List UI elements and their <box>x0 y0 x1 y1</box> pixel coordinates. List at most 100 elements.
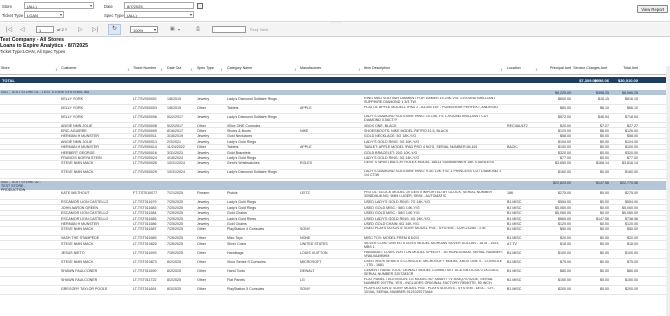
cell-spec-type: Firearm <box>197 191 210 196</box>
cell-service-charges: $147.56 <box>596 216 609 221</box>
column-header-item-description[interactable]: Item Description <box>364 66 390 71</box>
table-row[interactable]: KELLY YORK LT-TSV000006 5/22/2017 Jewelry La… <box>0 114 670 123</box>
cell-date-out: 1/8/2015 <box>167 105 181 110</box>
store-select-value: (ALL) <box>27 4 37 9</box>
cell-item-description: PLATTA: APPLE MODELL IPAD 2 - A1395 16Y … <box>364 105 499 109</box>
cell-manufacturer: LG <box>300 277 305 282</box>
page-number-input[interactable]: 1 <box>36 26 54 33</box>
table-row[interactable]: STEVE NMN MACK LT-TSV000029 10/31/2024 Jewe… <box>0 170 670 179</box>
cell-ticket-number: LT-TST011686 <box>133 221 157 226</box>
cell-item-description: PLAYSTATION 5: SONY MODEL PS5 - PLAYSTAT… <box>364 286 495 294</box>
print-icon[interactable]: ⎙ <box>196 26 200 32</box>
column-header-ticket-number[interactable]: Ticket Number <box>133 66 157 71</box>
group-principal: $6,225.00 <box>555 90 571 95</box>
cell-customer: ESCAMOR LION CASTELLO <box>61 216 109 221</box>
column-header-date-out[interactable]: Date Out <box>167 66 181 71</box>
sort-icon[interactable]: ⇕ <box>160 68 163 72</box>
sort-icon[interactable]: ⇕ <box>358 68 361 72</box>
column-header-principal[interactable]: Principal Amt <box>545 66 571 71</box>
cell-service-charges: $0.00 <box>600 250 609 255</box>
cell-manufacturer: NIKE <box>300 128 309 133</box>
cell-customer: HERMAN H MUNSTER <box>61 145 99 150</box>
vertical-scrollbar[interactable] <box>666 66 670 316</box>
column-header-store[interactable]: Store <box>1 66 10 71</box>
last-page-button[interactable]: ▷| <box>92 26 98 33</box>
chevron-down-icon[interactable]: ▾ <box>178 27 180 32</box>
cell-customer: STEVE NMN MACK <box>61 170 94 175</box>
cell-manufacturer: MICROSOFT <box>300 259 322 264</box>
find-input[interactable] <box>212 26 246 33</box>
cell-item-description: TABLET: APPLE MODEL IPAD PRO 4 NO'S, SER… <box>364 145 478 150</box>
cell-item-description: RING MED SOLITAIR DIAMANT FOR DAMER 10.2… <box>364 96 496 104</box>
store-group-name[interactable]: ⊟01 - TEST STORE 01 - TEST STORE SYSTEMS… <box>1 91 121 95</box>
cell-principal: $20.00 <box>560 236 571 241</box>
column-header-service-charges[interactable]: Service Charges Amt <box>573 66 607 71</box>
cell-item-description: USED PLAYSTATION 4: SONY MODEL PS4 - SYS… <box>364 227 486 231</box>
report-header: Test Company - All Stores Loans to Expir… <box>0 37 88 55</box>
column-header-category[interactable]: Category Name <box>227 66 252 71</box>
sort-icon[interactable]: ⇕ <box>500 68 503 72</box>
column-header-customer[interactable]: Customer <box>61 66 77 71</box>
table-row[interactable]: GREGORY TAYLOR POOLE LT-TST011691 8/3/2025… <box>0 286 670 296</box>
cell-principal: $104.00 <box>558 139 571 144</box>
cell-location: B1 MISC <box>507 259 522 264</box>
store-select[interactable]: (ALL) ▾ <box>24 2 94 9</box>
table-row[interactable]: STEVE NMN MACK LT-TST010820 7/26/2025 Other… <box>0 241 670 251</box>
spec-type-select[interactable]: (ALL) ▾ <box>124 11 194 18</box>
cell-service-charges: $166.14 <box>596 161 609 166</box>
table-row[interactable]: KATE WILTHOUT FT-TST010077 7/21/2025 Firear… <box>0 191 670 200</box>
sort-icon[interactable]: ⇕ <box>127 68 130 72</box>
cell-principal: $5,060.00 <box>555 211 571 216</box>
store-group-row[interactable]: ⊟02 - TEST STORE 02 - TEST STORE - PRODU… <box>0 180 670 192</box>
zoom-select[interactable]: 100% ▾ <box>130 26 158 33</box>
sort-icon[interactable]: ⇕ <box>294 68 297 72</box>
column-header-location[interactable]: Location <box>507 66 521 71</box>
find-separator: | <box>257 27 259 32</box>
sort-icon[interactable]: ⇕ <box>190 68 193 72</box>
cell-manufacturer: DEWALT <box>300 268 315 273</box>
table-row[interactable]: STEVE NMN MACK LT-TST011687 7/25/2025 Other… <box>0 227 670 236</box>
table-row[interactable]: KELLY YORK LT-TSV000001 1/8/2015 Jewelry Lad… <box>0 96 670 105</box>
previous-page-button[interactable]: ◁ <box>20 26 25 33</box>
column-header-total[interactable]: Total Amt <box>612 66 638 71</box>
cell-customer: FRANCIS NORYA STEIN <box>61 155 102 160</box>
first-page-button[interactable]: |◁ <box>6 26 12 33</box>
cell-date-out: 7/21/2025 <box>167 191 183 196</box>
cell-total: $718.54 <box>625 114 638 119</box>
table-row[interactable]: STEVE NMN MACK LT-TST010873 8/2/2025 Other X… <box>0 259 670 269</box>
ticket-type-select-value: LOAN <box>27 13 38 18</box>
cell-principal: $200.00 <box>558 286 571 291</box>
date-input[interactable]: 8/7/2025 <box>124 2 194 9</box>
store-group-row[interactable]: ⊟01 - TEST STORE 01 - TEST STORE SYSTEMS… <box>0 90 670 95</box>
ticket-type-select[interactable]: LOAN ▾ <box>24 11 64 18</box>
save-icon[interactable]: ▣ <box>170 26 175 32</box>
column-header-spec-type[interactable]: Spec Type <box>197 66 214 71</box>
cell-category: Silver Coins <box>227 241 247 246</box>
cell-location: B1 MISC <box>507 227 522 232</box>
cell-spec-type: Jewelry <box>197 205 210 210</box>
sort-icon[interactable]: ⇕ <box>535 68 538 72</box>
cell-service-charges: $0.00 <box>600 145 609 150</box>
sort-icon[interactable]: ⇕ <box>55 68 58 72</box>
cell-principal: $5,060.00 <box>555 205 571 210</box>
table-row[interactable]: SHAWN FAULCONER LT-TST011699 8/2/2025 Other… <box>0 268 670 278</box>
cell-ticket-number: LT-TSV000014 <box>133 145 157 150</box>
cell-customer: KELLY YORK <box>61 96 83 101</box>
cell-service-charges: $0.00 <box>600 205 609 210</box>
find-next-button[interactable]: Next <box>260 27 268 32</box>
cell-manufacturer: LEITZ <box>300 191 310 196</box>
cell-date-out: 8/2/2025 <box>167 277 181 282</box>
cell-customer: ESCAMOR LION CASTELLO <box>61 200 109 205</box>
table-row[interactable]: JESUS NIETO LT-TST011693 7/30/2025 Other Han… <box>0 250 670 260</box>
column-header-manufacturer[interactable]: Manufacturer <box>300 66 321 71</box>
spec-type-label: Spec Type <box>104 13 124 18</box>
table-row[interactable]: STEVE NMN MACK LT-TSV000026 10/31/2024 Jewe… <box>0 161 670 170</box>
table-row[interactable]: KELLY YORK LT-TSV000003 1/8/2015 Other Table… <box>0 105 670 114</box>
table-row[interactable]: SHAWN FAULCONER LT-TST011722 8/2/2025 Other… <box>0 277 670 287</box>
next-page-button[interactable]: ▷ <box>78 26 83 33</box>
cell-spec-type: Other <box>197 128 206 133</box>
cell-category: Lady's Gold Rings <box>227 205 257 210</box>
refresh-icon[interactable]: ↻ <box>108 24 121 35</box>
calendar-icon[interactable] <box>197 3 203 9</box>
sort-icon[interactable]: ⇕ <box>220 68 223 72</box>
